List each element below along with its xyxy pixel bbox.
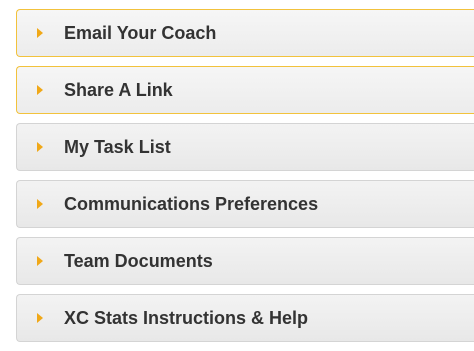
accordion-item-label: Team Documents bbox=[64, 250, 213, 271]
accordion-item-team-documents[interactable]: Team Documents bbox=[16, 237, 474, 285]
caret-right-icon bbox=[37, 256, 43, 266]
accordion-item-xc-stats-help[interactable]: XC Stats Instructions & Help bbox=[16, 294, 474, 342]
caret-right-icon bbox=[37, 199, 43, 209]
accordion-item-email-your-coach[interactable]: Email Your Coach bbox=[16, 9, 474, 57]
accordion-item-share-a-link[interactable]: Share A Link bbox=[16, 66, 474, 114]
accordion-item-label: Email Your Coach bbox=[64, 22, 217, 43]
accordion-item-my-task-list[interactable]: My Task List bbox=[16, 123, 474, 171]
caret-right-icon bbox=[37, 142, 43, 152]
accordion-item-label: Share A Link bbox=[64, 79, 173, 100]
accordion-item-label: XC Stats Instructions & Help bbox=[64, 307, 309, 328]
accordion-item-label: Communications Preferences bbox=[64, 193, 319, 214]
accordion-item-label: My Task List bbox=[64, 136, 171, 157]
caret-right-icon bbox=[37, 28, 43, 38]
accordion-item-communications-preferences[interactable]: Communications Preferences bbox=[16, 180, 474, 228]
caret-right-icon bbox=[37, 313, 43, 323]
accordion-menu: Email Your Coach Share A Link My Task Li… bbox=[16, 9, 474, 351]
caret-right-icon bbox=[37, 85, 43, 95]
